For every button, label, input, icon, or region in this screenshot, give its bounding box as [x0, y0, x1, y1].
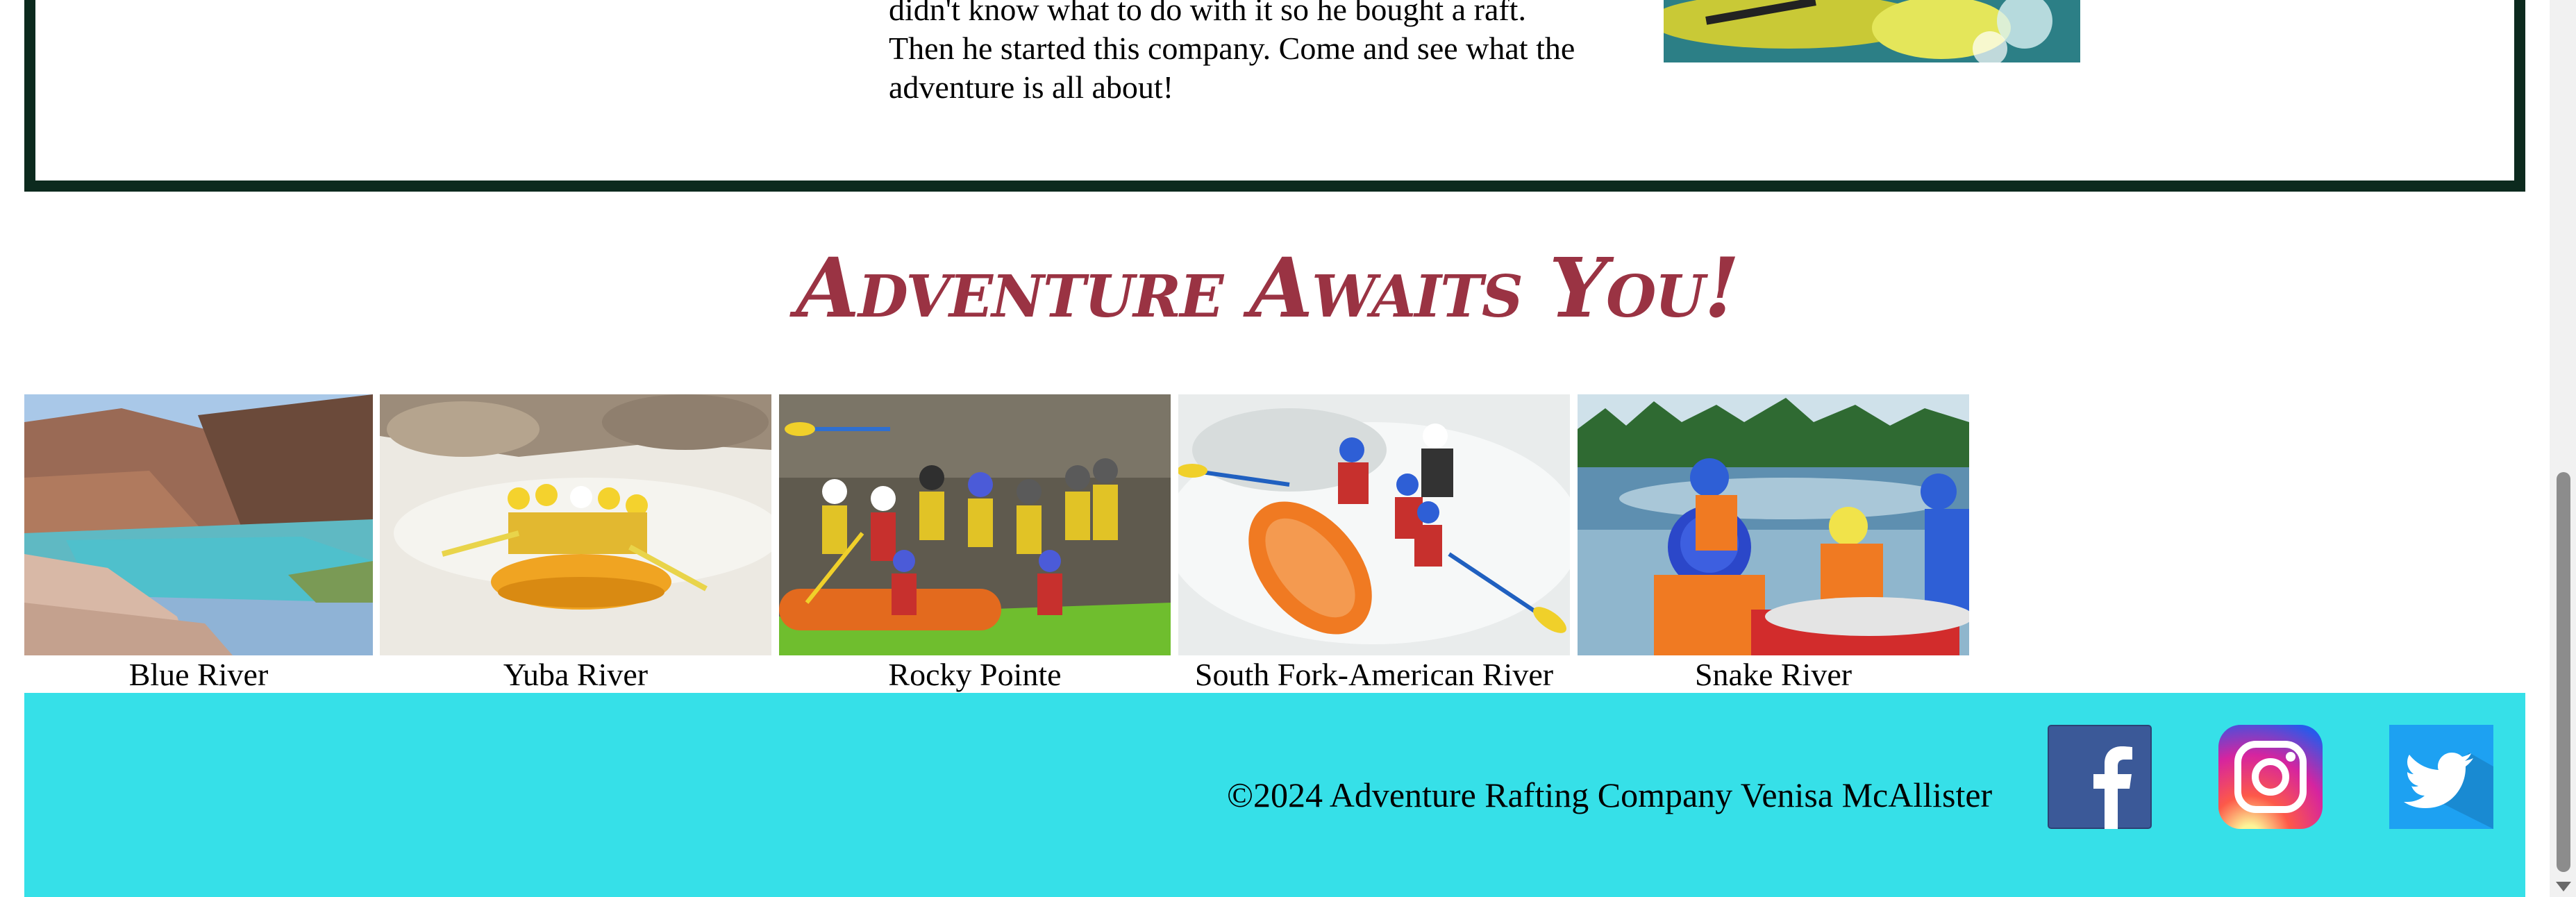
rocky-pointe-image — [779, 394, 1171, 655]
gallery-caption: Snake River — [1694, 657, 1852, 692]
gallery-caption: Yuba River — [503, 657, 649, 692]
about-kayak-image — [1664, 0, 2080, 62]
gallery-item-south-fork-american-river[interactable]: South Fork-American River — [1178, 394, 1570, 692]
gallery-item-snake-river[interactable]: Snake River — [1578, 394, 1969, 692]
scroll-down-arrow-icon[interactable] — [2556, 882, 2571, 891]
about-line-1: didn't know what to do with it so he bou… — [889, 0, 1526, 27]
about-line-2: Then he started this company. Come and s… — [889, 31, 1575, 66]
twitter-link[interactable] — [2389, 725, 2493, 829]
about-line-3: adventure is all about! — [889, 69, 1174, 105]
blue-river-image — [24, 394, 373, 655]
page: didn't know what to do with it so he bou… — [0, 0, 2576, 897]
facebook-icon — [2048, 725, 2152, 829]
copyright-text: ©2024 Adventure Rafting Company Venisa M… — [1227, 776, 1993, 814]
gallery-item-yuba-river[interactable]: Yuba River — [380, 394, 771, 692]
gallery-item-rocky-pointe[interactable]: Rocky Pointe — [779, 394, 1171, 692]
footer: ©2024 Adventure Rafting Company Venisa M… — [24, 693, 2525, 897]
snake-river-image — [1578, 394, 1969, 655]
gallery-item-blue-river[interactable]: Blue River — [24, 394, 373, 692]
scrollbar-thumb[interactable] — [2557, 472, 2570, 872]
about-text: didn't know what to do with it so he bou… — [889, 0, 1653, 107]
yuba-river-image — [380, 394, 771, 655]
twitter-icon — [2389, 725, 2493, 829]
gallery-caption: South Fork-American River — [1194, 657, 1554, 692]
instagram-link[interactable] — [2218, 725, 2323, 829]
south-fork-american-river-image — [1178, 394, 1570, 655]
gallery-caption: Rocky Pointe — [888, 657, 1062, 692]
instagram-icon — [2218, 725, 2323, 829]
facebook-link[interactable] — [2048, 725, 2152, 829]
vertical-scrollbar[interactable] — [2550, 0, 2576, 897]
gallery-caption: Blue River — [128, 657, 269, 692]
adventure-heading: Adventure Awaits You! — [796, 240, 1739, 336]
